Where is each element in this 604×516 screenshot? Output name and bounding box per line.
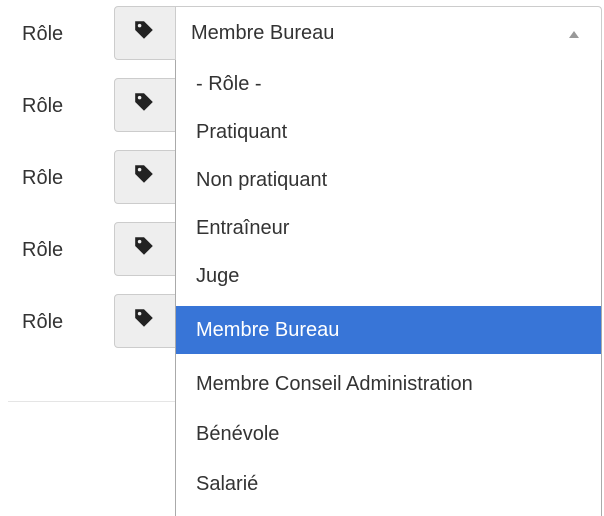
role-label: Rôle [22, 311, 64, 333]
role-option[interactable]: Bénévole [176, 410, 601, 458]
role-label: Rôle [22, 23, 64, 45]
role-select-value: Membre Bureau [191, 22, 335, 44]
tag-icon [135, 237, 153, 255]
tag-icon [135, 93, 153, 111]
role-option[interactable]: Salarié [176, 460, 601, 508]
role-option-selected[interactable]: Membre Bureau [176, 306, 601, 354]
role-form: Rôle Membre Bureau Rôle Rôle Rôle Rôle -… [0, 0, 604, 516]
role-option[interactable]: Pratiquant [176, 108, 601, 156]
role-select[interactable]: Membre Bureau [175, 6, 602, 60]
role-option[interactable]: Non pratiquant [176, 156, 601, 204]
role-addon [114, 6, 176, 60]
role-option[interactable]: - Rôle - [176, 60, 601, 108]
role-option[interactable]: Entraîneur [176, 204, 601, 252]
role-addon [114, 150, 176, 204]
role-label: Rôle [22, 95, 64, 117]
section-divider [8, 401, 175, 402]
chevron-up-icon [569, 31, 579, 38]
role-addon [114, 78, 176, 132]
tag-icon [135, 165, 153, 183]
tag-icon [135, 309, 153, 327]
role-addon [114, 222, 176, 276]
role-label: Rôle [22, 167, 64, 189]
role-option[interactable]: Membre Conseil Administration [176, 360, 601, 408]
tag-icon [135, 21, 153, 39]
role-label: Rôle [22, 239, 64, 261]
role-options-dropdown: - Rôle - Pratiquant Non pratiquant Entra… [175, 60, 602, 516]
role-option[interactable]: Juge [176, 252, 601, 300]
role-addon [114, 294, 176, 348]
